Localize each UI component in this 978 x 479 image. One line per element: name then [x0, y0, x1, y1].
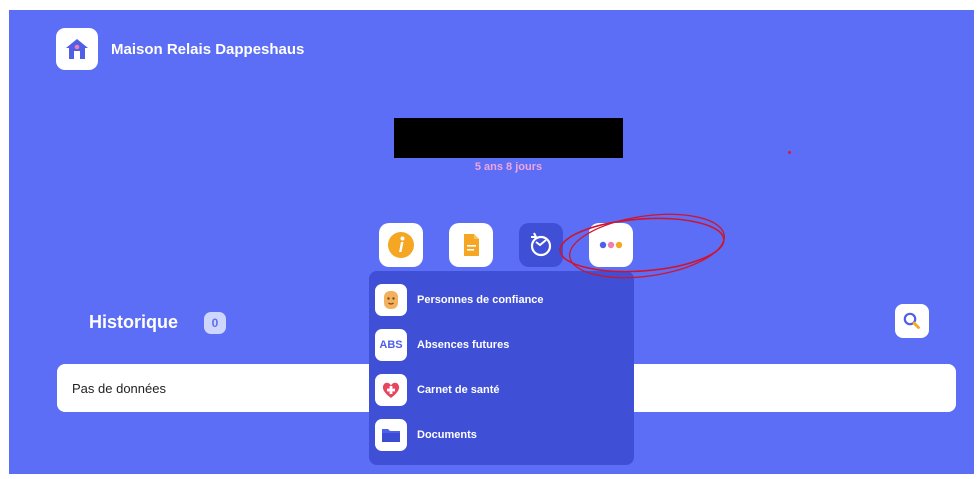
- person-icon: [375, 284, 407, 316]
- history-empty-state: Pas de données: [57, 364, 369, 412]
- history-count-badge: 0: [204, 312, 226, 334]
- menu-item-label: Carnet de santé: [417, 384, 500, 396]
- more-button[interactable]: [589, 223, 633, 267]
- menu-item-trusted-persons[interactable]: Personnes de confiance: [375, 284, 544, 316]
- menu-item-health-record[interactable]: Carnet de santé: [375, 374, 500, 406]
- documents-button[interactable]: [449, 223, 493, 267]
- info-button[interactable]: [379, 223, 423, 267]
- menu-item-label: Personnes de confiance: [417, 294, 544, 306]
- folder-icon: [375, 419, 407, 451]
- house-icon[interactable]: [56, 28, 98, 70]
- menu-item-label: Documents: [417, 429, 477, 441]
- brand-name: Maison Relais Dappeshaus: [111, 40, 305, 58]
- refresh-icon: [530, 232, 552, 257]
- red-dot-mark: [788, 151, 791, 154]
- menu-item-future-absences[interactable]: ABS Absences futures: [375, 329, 509, 361]
- app-screen: Maison Relais Dappeshaus 5 ans 8 jours P…: [9, 10, 974, 474]
- info-icon: [388, 232, 414, 258]
- health-icon: [375, 374, 407, 406]
- menu-item-label: Absences futures: [417, 339, 510, 351]
- history-title: Historique: [89, 312, 179, 332]
- abs-icon-text: ABS: [379, 339, 403, 351]
- redacted-child-name: [394, 118, 623, 158]
- menu-item-documents[interactable]: Documents: [375, 419, 477, 451]
- more-menu: Personnes de confiance ABS Absences futu…: [369, 271, 634, 465]
- search-icon: [903, 312, 920, 329]
- brand: Maison Relais Dappeshaus: [56, 28, 304, 70]
- empty-state-text: Pas de données: [72, 380, 166, 396]
- abs-icon: ABS: [375, 329, 407, 361]
- search-button[interactable]: [895, 304, 929, 338]
- history-refresh-button[interactable]: [519, 223, 563, 267]
- history-empty-state-right: [634, 364, 956, 412]
- document-icon: [464, 234, 479, 256]
- child-age: 5 ans 8 jours: [474, 161, 543, 173]
- more-icon: [599, 241, 623, 249]
